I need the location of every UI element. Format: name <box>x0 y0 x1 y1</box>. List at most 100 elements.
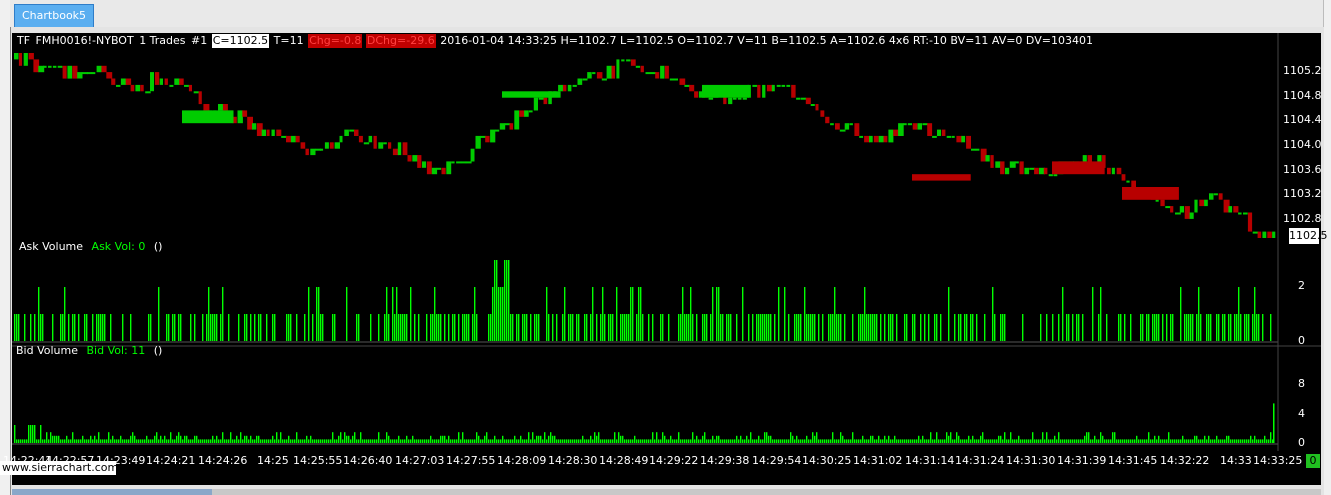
ask-volume-bar <box>778 287 780 341</box>
ask-volume-bar <box>1148 314 1150 341</box>
ask-volume-bar <box>590 314 592 341</box>
bid-volume-bar <box>1054 435 1056 443</box>
bid-volume-bar <box>958 435 960 443</box>
bid-volume-bar <box>1160 439 1162 443</box>
ask-volume-bar <box>102 314 104 341</box>
bid-volume-bar <box>1116 439 1118 443</box>
bid-volume-bar <box>316 439 318 443</box>
bid-volume-bar <box>678 432 680 443</box>
bid-volume-bar <box>834 439 836 443</box>
bid-volume-bar <box>700 439 702 443</box>
ask-volume-bar <box>100 314 102 341</box>
bid-volume-bar <box>110 439 112 443</box>
bid-volume-bar <box>78 439 80 443</box>
bid-volume-bar <box>114 439 116 443</box>
bid-volume-bar <box>1110 439 1112 443</box>
bid-volume-bar <box>364 439 366 443</box>
bid-volume-bar <box>538 435 540 443</box>
bid-volume-bar <box>742 439 744 443</box>
chart-plot[interactable] <box>12 33 1321 485</box>
bid-volume-bar <box>226 439 228 443</box>
price-bar <box>990 155 994 168</box>
bid-volume-bar <box>1232 439 1234 443</box>
bid-volume-bar <box>246 435 248 443</box>
bid-volume-bar <box>382 439 384 443</box>
bid-volume-bar <box>24 439 26 443</box>
price-bar <box>150 72 154 92</box>
ask-volume-bar <box>1200 314 1202 341</box>
bid-volume-bar <box>478 435 480 443</box>
ask-volume-bar <box>1068 314 1070 341</box>
ask-axis-tick: 2 <box>1298 279 1305 292</box>
ask-volume-bar <box>1166 314 1168 341</box>
bid-volume-bar <box>1052 439 1054 443</box>
ask-volume-bar <box>202 314 204 341</box>
ask-volume-bar <box>286 314 288 341</box>
bid-volume-bar <box>908 439 910 443</box>
bid-volume-bar <box>502 435 504 443</box>
bid-volume-bar <box>900 439 902 443</box>
ask-volume-bar <box>1188 314 1190 341</box>
bid-volume-bar <box>146 435 148 443</box>
bid-volume-bar <box>1218 439 1220 443</box>
bid-volume-bar <box>1158 435 1160 443</box>
bid-volume-bar <box>212 435 214 443</box>
bid-volume-bar <box>1120 439 1122 443</box>
bid-volume-bar <box>300 439 302 443</box>
bid-volume-bar <box>1190 439 1192 443</box>
ask-volume-bar <box>1192 314 1194 341</box>
bid-volume-bar <box>392 439 394 443</box>
bid-volume-bar <box>1254 435 1256 443</box>
ask-volume-bar <box>1078 314 1080 341</box>
ask-panel-title: Ask Volume <box>19 240 84 253</box>
bid-volume-bar <box>1236 439 1238 443</box>
ask-volume-bar <box>246 314 248 341</box>
ask-study-value: Ask Vol: 0 <box>91 240 146 253</box>
bid-volume-bar <box>646 439 648 443</box>
price-bar <box>1213 193 1218 196</box>
bid-volume-bar <box>854 439 856 443</box>
ask-volume-bar <box>530 314 532 341</box>
price-bar <box>956 135 963 143</box>
ask-volume-bar <box>728 314 730 341</box>
chart-area[interactable]: TF FMH0016!-NYBOT 1 Trades #1 C=1102.5 T… <box>3 33 1328 485</box>
bid-volume-bar <box>416 439 418 443</box>
bid-volume-bar <box>294 439 296 443</box>
ask-volume-bar <box>216 314 218 341</box>
ask-volume-bar <box>622 314 624 341</box>
ask-volume-bar <box>866 314 868 341</box>
bid-volume-bar <box>772 439 774 443</box>
bid-volume-bar <box>616 439 618 443</box>
price-bar <box>732 97 737 100</box>
ask-volume-bar <box>690 287 692 341</box>
ask-volume-bar <box>384 314 386 341</box>
price-bar <box>810 104 815 106</box>
price-bar <box>324 142 329 149</box>
price-bar <box>893 129 899 136</box>
bid-volume-bar <box>234 439 236 443</box>
tab-chartbook5[interactable]: Chartbook5 <box>14 4 95 27</box>
price-bar <box>1233 206 1239 213</box>
bid-volume-bar <box>1002 439 1004 443</box>
bid-volume-bar <box>202 439 204 443</box>
price-bar <box>674 78 678 81</box>
bid-volume-bar <box>928 439 930 443</box>
bid-volume-bar <box>746 435 748 443</box>
price-bar <box>1107 167 1111 175</box>
bid-volume-bar <box>488 439 490 443</box>
bid-volume-bar <box>436 439 438 443</box>
price-bar <box>52 65 57 68</box>
bid-volume-bar <box>764 432 766 443</box>
bid-volume-bar <box>840 432 842 443</box>
bid-volume-bar <box>150 439 152 443</box>
scrollbar-thumb[interactable] <box>12 489 212 495</box>
bid-volume-bar <box>510 439 512 443</box>
ask-volume-bar <box>1058 314 1060 341</box>
price-bar <box>363 142 370 145</box>
price-bar <box>77 72 83 79</box>
bid-volume-bar <box>1088 432 1090 443</box>
horizontal-scrollbar[interactable] <box>12 489 1321 495</box>
ask-volume-bar <box>208 287 210 341</box>
bid-volume-bar <box>360 432 362 443</box>
price-bar <box>679 78 686 85</box>
